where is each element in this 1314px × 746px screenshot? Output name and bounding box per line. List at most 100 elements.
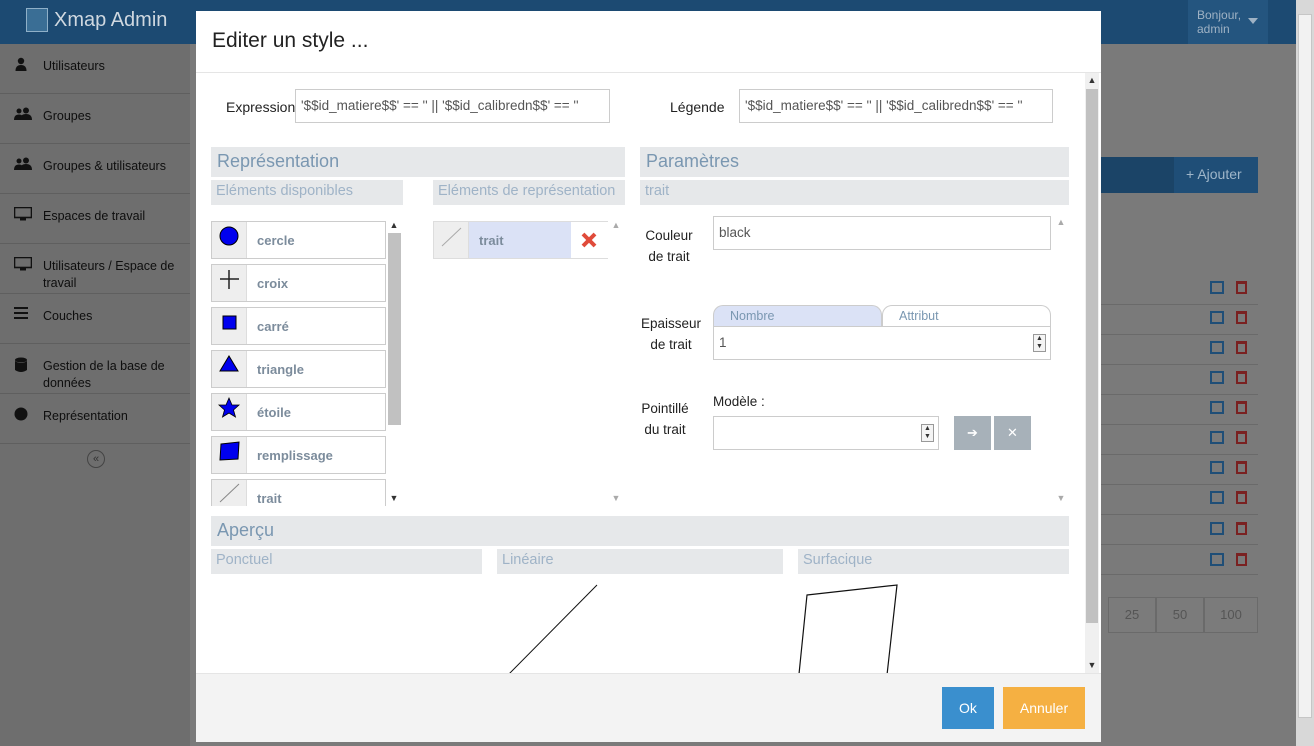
apply-dash-button[interactable]: ➔ [954, 416, 991, 450]
trash-icon[interactable] [1236, 341, 1247, 354]
scroll-down-icon[interactable]: ▼ [1054, 492, 1068, 504]
modal-title: Editer un style ... [212, 29, 369, 52]
chevron-down-icon[interactable] [1248, 18, 1258, 24]
stroke-color-label: Couleur de trait [645, 228, 693, 264]
parameters-subtitle: trait [640, 180, 1069, 205]
brand[interactable]: Xmap Admin [26, 8, 167, 32]
edit-icon[interactable] [1210, 311, 1224, 324]
representation-elements-list[interactable]: trait [433, 219, 625, 506]
preview-ponctuel-heading: Ponctuel [211, 549, 482, 574]
list-item-label: cercle [257, 233, 295, 248]
table-row [1100, 305, 1258, 335]
user-icon [14, 57, 30, 71]
sidebar-item-espaces[interactable]: Espaces de travail [0, 194, 190, 244]
edit-icon[interactable] [1210, 431, 1224, 444]
sidebar-item-couches[interactable]: Couches [0, 294, 190, 344]
tab-attribut[interactable]: Attribut [882, 305, 1051, 326]
preview-heading: Aperçu [211, 516, 1069, 546]
table-row [1100, 545, 1258, 575]
sidebar-item-utilisateurs-espace[interactable]: Utilisateurs / Espace de travail [0, 244, 190, 294]
pager-25[interactable]: 25 [1108, 597, 1156, 633]
trash-icon[interactable] [1236, 461, 1247, 474]
page-scrollbar-thumb[interactable] [1298, 14, 1312, 718]
list-item-carre[interactable]: carré [211, 307, 386, 345]
edit-icon[interactable] [1210, 553, 1224, 566]
preview-polygon-canvas [798, 584, 898, 673]
trash-icon[interactable] [1236, 431, 1247, 444]
list-item-remplissage[interactable]: remplissage [211, 436, 386, 474]
scroll-down-icon[interactable]: ▼ [1085, 658, 1099, 672]
list-item-etoile[interactable]: étoile [211, 393, 386, 431]
preview-surfacique-heading: Surfacique [798, 549, 1069, 574]
edit-icon[interactable] [1210, 371, 1224, 384]
parameters-scrollbar[interactable]: ▲ ▼ [1054, 216, 1068, 506]
list-item-cercle[interactable]: cercle [211, 221, 386, 259]
dash-model-input[interactable]: ▲ ▼ [713, 416, 939, 450]
list-item-trait[interactable]: trait [211, 479, 386, 506]
cross-symbol-icon [212, 265, 247, 301]
table-row [1100, 485, 1258, 515]
available-list-scrollbar[interactable]: ▲ ▼ [387, 219, 401, 506]
scrollbar-thumb[interactable] [1086, 89, 1098, 623]
cancel-button[interactable]: Annuler [1003, 687, 1085, 729]
stroke-width-value: 1 [719, 335, 727, 350]
square-symbol-icon [212, 308, 247, 344]
list-item-label: carré [257, 319, 289, 334]
pager-100[interactable]: 100 [1204, 597, 1258, 633]
modal-footer: Ok Annuler [196, 673, 1101, 742]
edit-icon[interactable] [1210, 341, 1224, 354]
modal-header: Editer un style ... [196, 11, 1101, 73]
star-symbol-icon [212, 394, 247, 430]
list-item-triangle[interactable]: triangle [211, 350, 386, 388]
list-item-croix[interactable]: croix [211, 264, 386, 302]
trash-icon[interactable] [1236, 281, 1247, 294]
trash-icon[interactable] [1236, 522, 1247, 535]
legend-input[interactable]: '$$id_matiere$$' == '' || '$$id_calibred… [739, 89, 1053, 123]
representation-list-scrollbar[interactable]: ▲ ▼ [609, 219, 623, 506]
add-label: Ajouter [1197, 166, 1242, 182]
preview-line-canvas [509, 584, 598, 673]
table-row [1100, 365, 1258, 395]
remove-element-button[interactable] [571, 222, 608, 258]
available-elements-list[interactable]: cercle croix carré triangle étoile rempl… [211, 219, 403, 506]
clear-dash-button[interactable]: ✕ [994, 416, 1031, 450]
tab-nombre[interactable]: Nombre [713, 305, 882, 326]
edit-icon[interactable] [1210, 491, 1224, 504]
edit-icon[interactable] [1210, 281, 1224, 294]
expression-input[interactable]: '$$id_matiere$$' == '' || '$$id_calibred… [295, 89, 610, 123]
edit-icon[interactable] [1210, 522, 1224, 535]
table-row [1100, 515, 1258, 545]
sidebar-item-representation[interactable]: Représentation [0, 394, 190, 444]
scroll-up-icon[interactable]: ▲ [1085, 73, 1099, 87]
scroll-up-icon[interactable]: ▲ [609, 219, 623, 231]
sidebar-item-utilisateurs[interactable]: Utilisateurs [0, 44, 190, 94]
trash-icon[interactable] [1236, 371, 1247, 384]
sidebar-item-gestion-bdd[interactable]: Gestion de la base de données [0, 344, 190, 394]
collapse-sidebar-button[interactable]: « [87, 450, 105, 468]
sidebar-item-groupes-utilisateurs[interactable]: Groupes & utilisateurs [0, 144, 190, 194]
stroke-width-stepper[interactable]: ▲ ▼ [1033, 334, 1046, 352]
add-button[interactable]: + Ajouter [1174, 157, 1258, 193]
scroll-up-icon[interactable]: ▲ [1054, 216, 1068, 228]
scroll-down-icon[interactable]: ▼ [609, 492, 623, 504]
list-item-trait-selected[interactable]: trait [433, 221, 608, 259]
trash-icon[interactable] [1236, 311, 1247, 324]
edit-icon[interactable] [1210, 401, 1224, 414]
dash-model-stepper[interactable]: ▲ ▼ [921, 424, 934, 442]
sidebar-item-groupes[interactable]: Groupes [0, 94, 190, 144]
stroke-width-input[interactable]: 1 ▲ ▼ [713, 326, 1051, 360]
trash-icon[interactable] [1236, 553, 1247, 566]
ok-button[interactable]: Ok [942, 687, 994, 729]
scroll-down-icon[interactable]: ▼ [387, 492, 401, 504]
scrollbar-thumb[interactable] [388, 233, 401, 425]
list-item-label: triangle [257, 362, 304, 377]
edit-icon[interactable] [1210, 461, 1224, 474]
trash-icon[interactable] [1236, 491, 1247, 504]
scroll-up-icon[interactable]: ▲ [387, 219, 401, 231]
sidebar-item-label: Couches [43, 309, 93, 323]
pager-50[interactable]: 50 [1156, 597, 1204, 633]
trash-icon[interactable] [1236, 401, 1247, 414]
stroke-color-input[interactable]: black [713, 216, 1051, 250]
modal-body-scrollbar[interactable]: ▲ ▼ [1085, 73, 1099, 673]
dash-label: Pointillé du trait [641, 401, 689, 437]
